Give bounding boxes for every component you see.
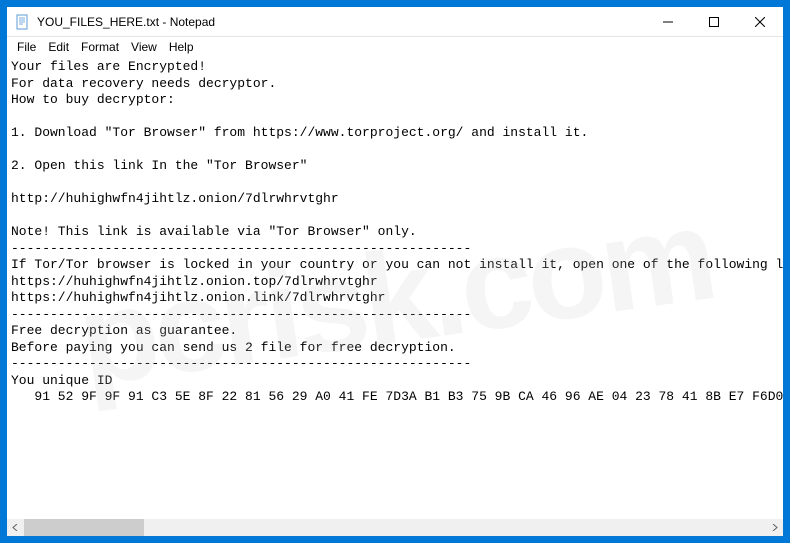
scroll-track[interactable] bbox=[24, 519, 766, 536]
notepad-window: YOU_FILES_HERE.txt - Notepad File Edit F… bbox=[6, 6, 784, 537]
window-controls bbox=[645, 7, 783, 36]
content-area: pcrisk.com Your files are Encrypted! For… bbox=[7, 57, 783, 536]
menubar: File Edit Format View Help bbox=[7, 37, 783, 57]
minimize-button[interactable] bbox=[645, 7, 691, 36]
scroll-thumb[interactable] bbox=[24, 519, 144, 536]
maximize-button[interactable] bbox=[691, 7, 737, 36]
menu-view[interactable]: View bbox=[125, 39, 163, 55]
close-button[interactable] bbox=[737, 7, 783, 36]
scroll-right-button[interactable] bbox=[766, 519, 783, 536]
horizontal-scrollbar[interactable] bbox=[7, 519, 783, 536]
titlebar[interactable]: YOU_FILES_HERE.txt - Notepad bbox=[7, 7, 783, 37]
menu-help[interactable]: Help bbox=[163, 39, 200, 55]
text-editor[interactable]: Your files are Encrypted! For data recov… bbox=[7, 57, 783, 519]
scroll-left-button[interactable] bbox=[7, 519, 24, 536]
menu-edit[interactable]: Edit bbox=[42, 39, 75, 55]
window-title: YOU_FILES_HERE.txt - Notepad bbox=[37, 15, 645, 29]
app-icon bbox=[15, 14, 31, 30]
menu-format[interactable]: Format bbox=[75, 39, 125, 55]
menu-file[interactable]: File bbox=[11, 39, 42, 55]
